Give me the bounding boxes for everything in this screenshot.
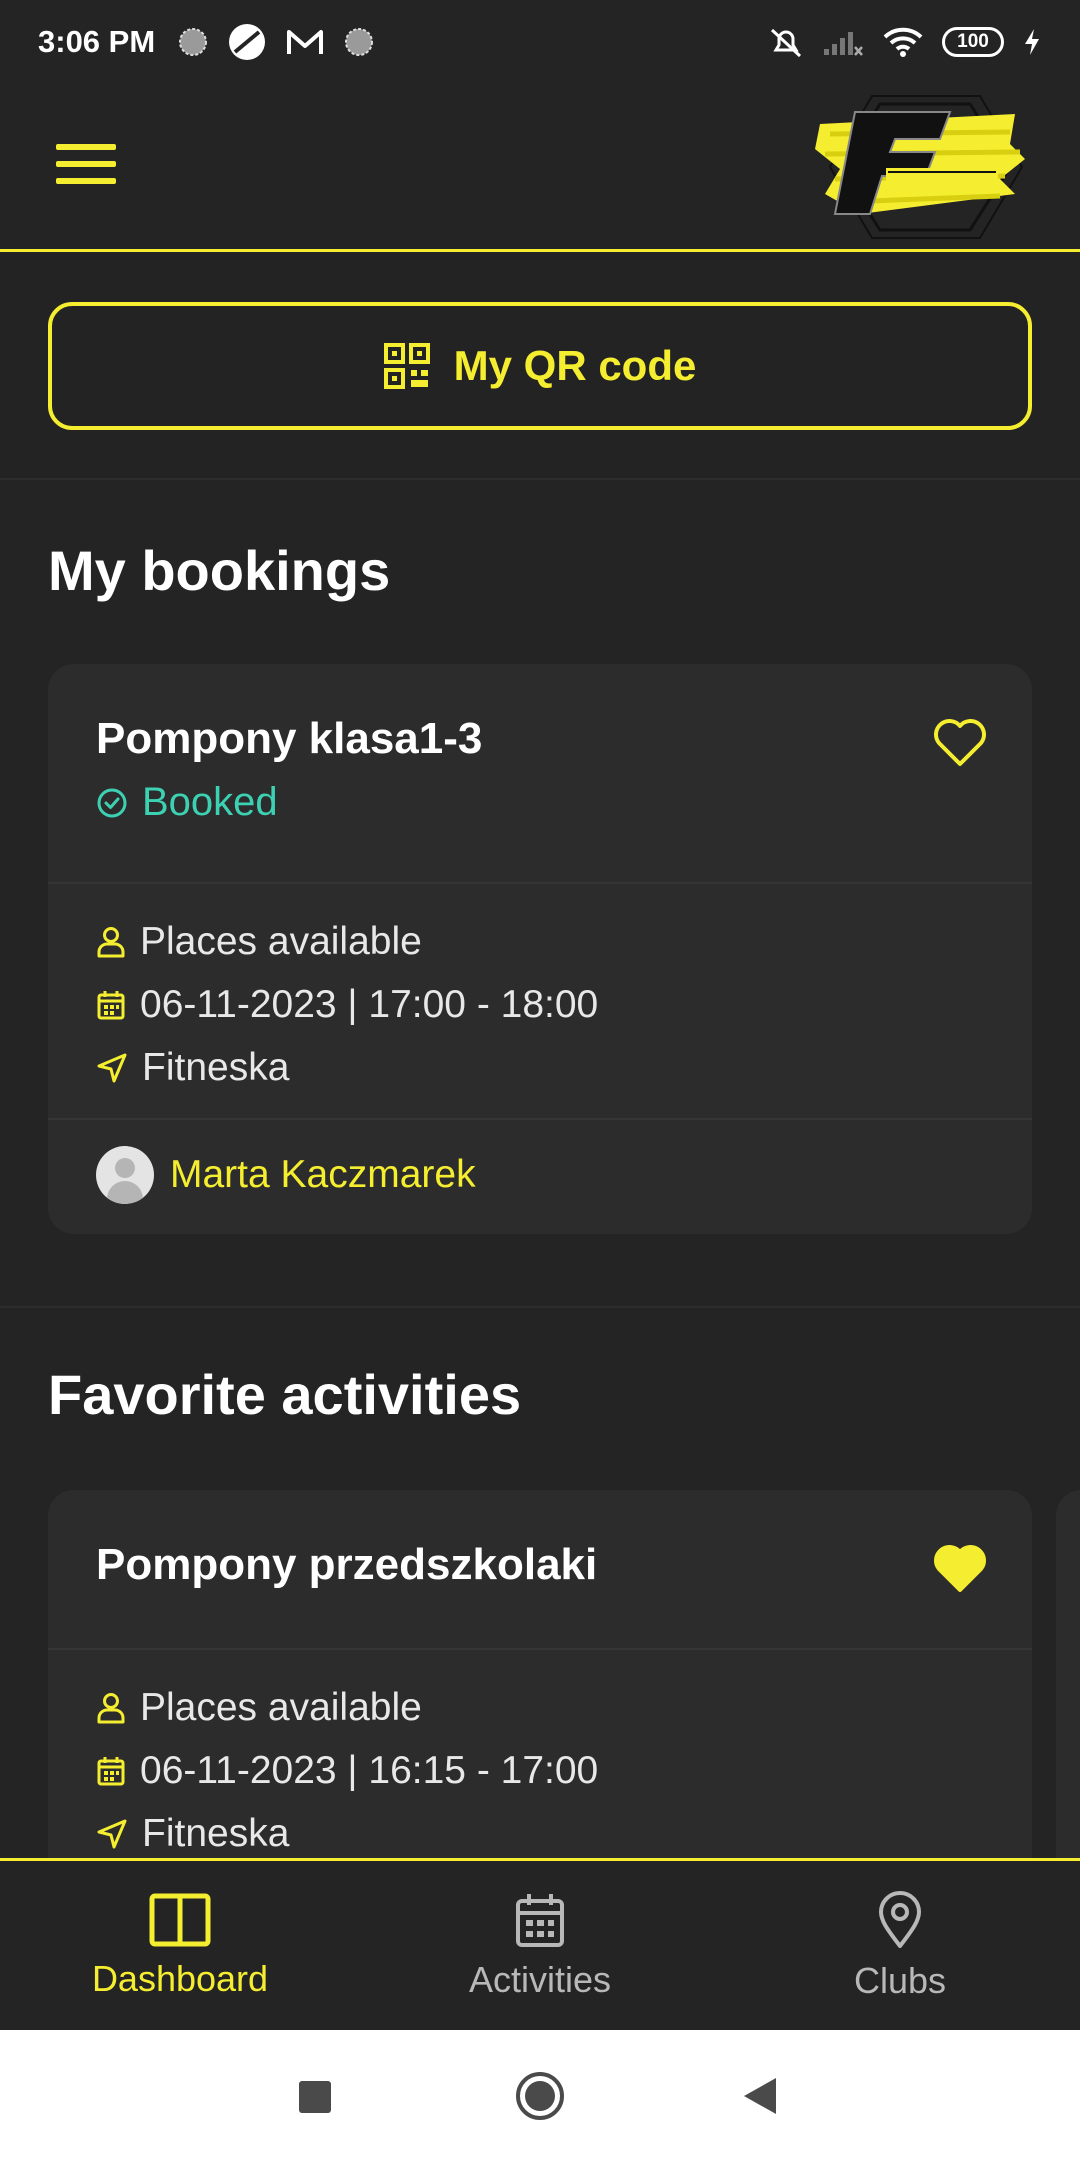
app-notification-icon bbox=[229, 24, 266, 60]
person-icon bbox=[97, 1692, 125, 1723]
instructor-row[interactable]: Marta Kaczmarek bbox=[48, 1120, 1032, 1230]
calendar-icon bbox=[97, 990, 125, 1019]
nav-activities-label: Activities bbox=[468, 1958, 612, 2000]
section-divider bbox=[0, 1306, 1080, 1308]
location-row: Fitneska bbox=[96, 1802, 984, 1865]
calendar-icon bbox=[97, 1756, 125, 1785]
nav-dashboard-label: Dashboard bbox=[91, 1957, 269, 1999]
calendar-icon bbox=[516, 1893, 564, 1947]
location-row: Fitneska bbox=[96, 1036, 984, 1099]
app-header bbox=[0, 84, 1080, 252]
back-icon[interactable] bbox=[742, 2076, 778, 2116]
booking-details: Places available 06-11-2023 | 17:00 - 18… bbox=[48, 884, 1032, 1120]
nav-clubs[interactable]: Clubs bbox=[720, 1861, 1080, 2030]
navigation-arrow-icon bbox=[97, 1053, 127, 1082]
menu-line bbox=[56, 178, 116, 184]
mail-icon bbox=[287, 30, 324, 54]
places-row: Places available bbox=[96, 1676, 984, 1739]
status-time: 3:06 PM bbox=[38, 24, 156, 59]
avatar bbox=[96, 1146, 154, 1204]
qr-button-label: My QR code bbox=[453, 342, 697, 389]
battery-indicator: 100 bbox=[942, 27, 1004, 57]
favorite-activity-card[interactable]: Pompony przedszkolaki Places available 0… bbox=[48, 1490, 1032, 1910]
qr-section: My QR code bbox=[0, 252, 1080, 480]
fitneska-logo bbox=[815, 95, 1025, 239]
menu-line bbox=[56, 144, 116, 150]
bottom-nav: Dashboard Activities Clubs bbox=[0, 1858, 1080, 2030]
heart-filled-icon[interactable] bbox=[932, 1542, 988, 1594]
booking-status: Booked bbox=[96, 780, 984, 825]
dashboard-icon bbox=[149, 1893, 211, 1946]
nav-dashboard[interactable]: Dashboard bbox=[0, 1861, 360, 2030]
nav-activities[interactable]: Activities bbox=[360, 1861, 720, 2030]
booking-datetime: 06-11-2023 | 17:00 - 18:00 bbox=[140, 982, 599, 1026]
places-available: Places available bbox=[140, 919, 422, 963]
muted-bell-icon bbox=[770, 28, 802, 58]
app-notification-icon bbox=[179, 28, 208, 56]
places-row: Places available bbox=[96, 910, 984, 973]
person-icon bbox=[97, 926, 125, 957]
signal-icon bbox=[824, 32, 863, 56]
booked-label: Booked bbox=[142, 780, 278, 824]
navigation-arrow-icon bbox=[97, 1819, 127, 1848]
my-qr-code-button[interactable]: My QR code bbox=[48, 302, 1032, 430]
my-bookings-title: My bookings bbox=[48, 539, 391, 602]
location-pin-icon bbox=[879, 1890, 921, 1948]
system-navigation-bar bbox=[0, 2030, 1080, 2160]
check-circle-icon bbox=[97, 788, 127, 817]
favorite-details: Places available 06-11-2023 | 16:15 - 17… bbox=[48, 1650, 1032, 1887]
app-notification-icon bbox=[345, 28, 374, 56]
recent-apps-icon[interactable] bbox=[298, 2080, 332, 2114]
favorite-location: Fitneska bbox=[142, 1811, 290, 1855]
booking-title: Pompony klasa1-3 bbox=[96, 714, 483, 763]
datetime-row: 06-11-2023 | 17:00 - 18:00 bbox=[96, 973, 984, 1036]
favorite-activities-title: Favorite activities bbox=[48, 1363, 522, 1426]
datetime-row: 06-11-2023 | 16:15 - 17:00 bbox=[96, 1739, 984, 1802]
home-icon[interactable] bbox=[514, 2070, 566, 2122]
notification-icons bbox=[177, 22, 375, 62]
instructor-name[interactable]: Marta Kaczmarek bbox=[170, 1153, 476, 1197]
system-status-icons: 100 bbox=[768, 24, 1042, 60]
places-available: Places available bbox=[140, 1685, 422, 1729]
heart-outline-icon[interactable] bbox=[932, 716, 988, 768]
booking-card[interactable]: Pompony klasa1-3 Booked Places available… bbox=[48, 664, 1032, 1234]
favorite-card-header: Pompony przedszkolaki bbox=[48, 1490, 1032, 1650]
wifi-icon bbox=[883, 27, 923, 57]
favorite-title: Pompony przedszkolaki bbox=[96, 1540, 598, 1589]
booking-location: Fitneska bbox=[142, 1045, 290, 1089]
qr-code-icon bbox=[383, 343, 430, 389]
charging-icon bbox=[1025, 29, 1039, 55]
menu-line bbox=[56, 161, 116, 167]
next-favorite-card[interactable] bbox=[1056, 1490, 1080, 1890]
menu-button[interactable] bbox=[56, 144, 116, 190]
nav-clubs-label: Clubs bbox=[853, 1959, 947, 2001]
favorite-datetime: 06-11-2023 | 16:15 - 17:00 bbox=[140, 1748, 599, 1792]
booking-card-header: Pompony klasa1-3 Booked bbox=[48, 664, 1032, 884]
status-bar: 3:06 PM 100 bbox=[0, 0, 1080, 84]
